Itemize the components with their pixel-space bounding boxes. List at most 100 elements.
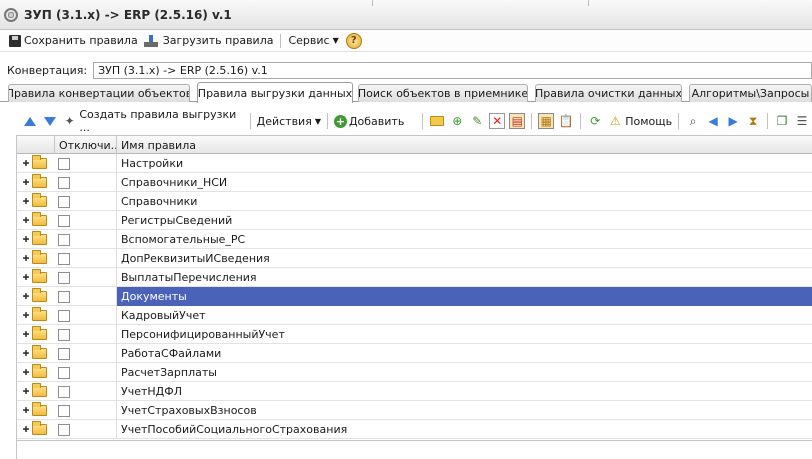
expand-icon[interactable]: ✚ bbox=[21, 368, 31, 377]
sort-icon: ⧗ bbox=[748, 113, 758, 128]
expand-icon[interactable]: ✚ bbox=[21, 425, 31, 434]
table-row[interactable]: ✚ ДопРеквизитыИСведения bbox=[17, 249, 812, 268]
expand-icon[interactable]: ✚ bbox=[21, 292, 31, 301]
clipboard-button[interactable]: 📋 bbox=[556, 110, 576, 132]
conversion-field[interactable]: ЗУП (3.1.x) -> ERP (2.5.16) v.1 bbox=[93, 61, 812, 79]
back-button[interactable]: ◀ bbox=[703, 110, 723, 132]
disabled-checkbox[interactable] bbox=[58, 366, 70, 379]
grid-header: Отключи... Имя правила bbox=[17, 135, 812, 154]
actions-menu[interactable]: Действия ▼ bbox=[255, 110, 323, 132]
expand-icon[interactable]: ✚ bbox=[21, 197, 31, 206]
folder-icon bbox=[32, 307, 47, 321]
disabled-checkbox[interactable] bbox=[58, 309, 70, 322]
add-button[interactable]: + Добавить bbox=[332, 110, 406, 132]
tab-object-conversion-rules[interactable]: Правила конвертации объектов bbox=[8, 84, 190, 102]
rule-name: КадровыйУчет bbox=[121, 309, 206, 322]
copy-button[interactable]: ⊕ bbox=[447, 110, 467, 132]
search-button[interactable]: ⌕ bbox=[683, 110, 703, 132]
refresh-icon: ⟳ bbox=[590, 114, 601, 128]
menu-bar: Сохранить правила Загрузить правила Серв… bbox=[0, 30, 812, 52]
table-row[interactable]: ✚ ПерсонифицированныйУчет bbox=[17, 325, 812, 344]
refresh-button[interactable]: ⟳ bbox=[585, 110, 605, 132]
title-bar: ЗУП (3.1.x) -> ERP (2.5.16) v.1 bbox=[0, 0, 812, 30]
table-row[interactable]: ✚ УчетСтраховыхВзносов bbox=[17, 401, 812, 420]
table-row[interactable]: ✚ УчетПособийСоциальногоСтрахования bbox=[17, 420, 812, 439]
move-up-button[interactable] bbox=[20, 110, 40, 132]
disabled-checkbox[interactable] bbox=[58, 347, 70, 360]
table-row[interactable]: ✚ Настройки bbox=[17, 154, 812, 173]
window-title: ЗУП (3.1.x) -> ERP (2.5.16) v.1 bbox=[24, 7, 232, 22]
expand-icon[interactable]: ✚ bbox=[21, 216, 31, 225]
forward-button[interactable]: ▶ bbox=[723, 110, 743, 132]
table-row[interactable]: ✚ РегистрыСведений bbox=[17, 211, 812, 230]
table-row[interactable]: ✚ УчетНДФЛ bbox=[17, 382, 812, 401]
add-folder-icon bbox=[430, 116, 445, 126]
column-rule-name[interactable]: Имя правила bbox=[117, 136, 812, 154]
copy-icon: ⊕ bbox=[452, 114, 463, 128]
expand-icon[interactable]: ✚ bbox=[21, 178, 31, 187]
clipboard-icon: 📋 bbox=[558, 114, 574, 128]
sort-button[interactable]: ⧗ bbox=[743, 110, 763, 132]
expand-icon[interactable]: ✚ bbox=[21, 254, 31, 263]
warning-help-icon: ⚠ bbox=[609, 114, 621, 128]
arrow-left-icon: ◀ bbox=[708, 114, 718, 128]
magic-wand-icon: ✦ bbox=[64, 114, 75, 128]
move-down-button[interactable] bbox=[40, 110, 60, 132]
tab-data-export-rules[interactable]: Правила выгрузки данных bbox=[197, 82, 353, 103]
rule-name: Справочники_НСИ bbox=[121, 176, 228, 189]
table-row[interactable]: ✚ РаботаСФайлами bbox=[17, 344, 812, 363]
disabled-checkbox[interactable] bbox=[58, 214, 70, 227]
expand-icon[interactable]: ✚ bbox=[21, 349, 31, 358]
list-settings-button[interactable]: ☰ bbox=[792, 110, 812, 132]
rule-name: Настройки bbox=[121, 157, 184, 170]
disabled-checkbox[interactable] bbox=[58, 271, 70, 284]
table-row[interactable]: ✚ Справочники_НСИ bbox=[17, 173, 812, 192]
help-button[interactable]: ⚠ Помощь bbox=[605, 110, 674, 132]
table-row[interactable]: ✚ ВыплатыПеречисления bbox=[17, 268, 812, 287]
delete-button[interactable]: ✕ bbox=[487, 110, 507, 132]
disabled-checkbox[interactable] bbox=[58, 385, 70, 398]
tab-object-search[interactable]: Поиск объектов в приемнике bbox=[358, 84, 528, 102]
folder-icon bbox=[32, 231, 47, 245]
expand-icon[interactable]: ✚ bbox=[21, 273, 31, 282]
tab-data-cleanup-rules[interactable]: Правила очистки данных bbox=[535, 84, 682, 102]
folder-icon bbox=[32, 383, 47, 397]
edit-button[interactable]: ✎ bbox=[467, 110, 487, 132]
disabled-checkbox[interactable] bbox=[58, 157, 70, 170]
add-group-button[interactable] bbox=[427, 110, 447, 132]
expand-icon[interactable]: ✚ bbox=[21, 159, 31, 168]
table-row[interactable]: ✚ РасчетЗарплаты bbox=[17, 363, 812, 382]
disabled-checkbox[interactable] bbox=[58, 233, 70, 246]
save-rules-button[interactable]: Сохранить правила bbox=[6, 31, 141, 51]
disabled-checkbox[interactable] bbox=[58, 176, 70, 189]
service-menu[interactable]: Сервис ▼ bbox=[285, 31, 341, 51]
disabled-checkbox[interactable] bbox=[58, 423, 70, 436]
create-export-rules-button[interactable]: ✦ Создать правила выгрузки ... bbox=[60, 108, 246, 134]
disabled-checkbox[interactable] bbox=[58, 404, 70, 417]
folder-icon bbox=[32, 326, 47, 340]
column-disabled[interactable]: Отключи... bbox=[55, 136, 117, 154]
load-icon bbox=[143, 34, 160, 47]
disabled-checkbox[interactable] bbox=[58, 195, 70, 208]
expand-icon[interactable]: ✚ bbox=[21, 387, 31, 396]
expand-icon[interactable]: ✚ bbox=[21, 235, 31, 244]
windows-button[interactable]: ❐ bbox=[772, 110, 792, 132]
expand-icon[interactable]: ✚ bbox=[21, 406, 31, 415]
table-row[interactable]: ✚ КадровыйУчет bbox=[17, 306, 812, 325]
add-icon: + bbox=[333, 114, 347, 128]
expand-icon[interactable]: ✚ bbox=[21, 330, 31, 339]
arrow-down-icon bbox=[44, 116, 56, 126]
disabled-checkbox[interactable] bbox=[58, 290, 70, 303]
expand-icon[interactable]: ✚ bbox=[21, 311, 31, 320]
disabled-checkbox[interactable] bbox=[58, 252, 70, 265]
disabled-checkbox[interactable] bbox=[58, 328, 70, 341]
search-icon: ⌕ bbox=[689, 113, 697, 128]
table-row[interactable]: ✚ Документы bbox=[17, 287, 812, 306]
tab-algorithms-queries[interactable]: Алгоритмы\Запросы bbox=[689, 84, 812, 102]
help-icon[interactable]: ? bbox=[345, 32, 362, 49]
hierarchy-mode-button[interactable]: ▦ bbox=[536, 110, 556, 132]
load-rules-button[interactable]: Загрузить правила bbox=[141, 31, 277, 51]
mark-delete-button[interactable]: ▤ bbox=[507, 110, 527, 132]
table-row[interactable]: ✚ Вспомогательные_РС bbox=[17, 230, 812, 249]
table-row[interactable]: ✚ Справочники bbox=[17, 192, 812, 211]
